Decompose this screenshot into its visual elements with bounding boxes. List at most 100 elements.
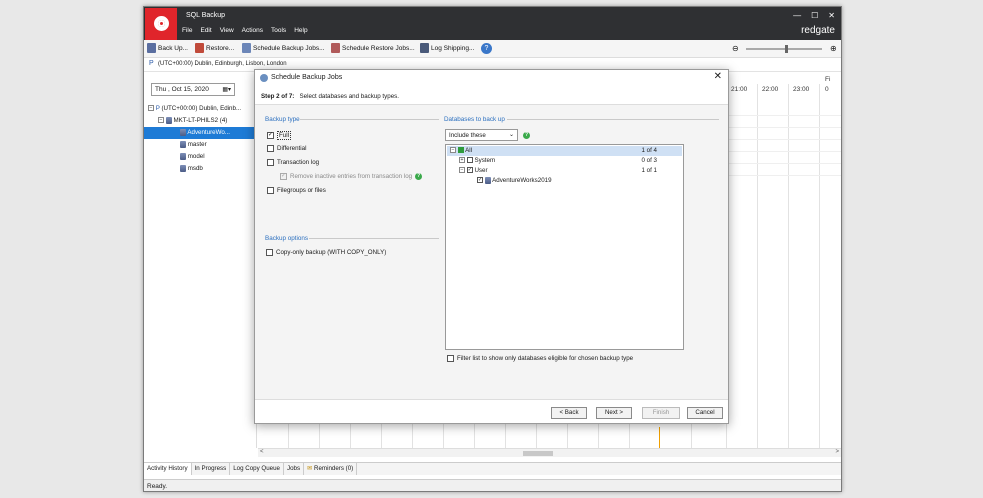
remove-inactive-label: Remove inactive entries from transaction… [290,173,413,180]
include-select-value: Include these [449,132,486,139]
copy-only-checkbox-row[interactable]: Copy-only backup (WITH COPY_ONLY) [266,249,386,256]
menu-tools[interactable]: Tools [271,27,286,34]
backup-button[interactable]: Back Up... [147,43,188,53]
cancel-button[interactable]: Cancel [687,407,723,419]
all-checkbox[interactable] [457,147,464,154]
menu-help[interactable]: Help [294,27,307,34]
tree-row-timezone[interactable]: − P (UTC+00:00) Dublin, Edinb... [144,103,257,115]
copy-only-label: Copy-only backup (WITH COPY_ONLY) [276,249,387,256]
transaction-log-checkbox[interactable] [267,159,274,166]
transaction-log-label: Transaction log [277,159,320,166]
schedule-restore-button[interactable]: Schedule Restore Jobs... [331,43,415,53]
collapse-icon[interactable]: − [158,117,164,124]
schedule-icon [260,74,268,82]
horizontal-scrollbar[interactable]: < > [258,448,841,457]
close-icon[interactable]: ✕ [714,71,722,82]
maximize-icon[interactable]: ☐ [811,11,818,20]
bottom-tabs: Activity History In Progress Log Copy Qu… [144,462,841,475]
minimize-icon[interactable]: — [793,11,801,20]
db-row-system[interactable]: + System 0 of 3 [447,156,682,166]
zoom-slider-thumb[interactable] [785,45,788,53]
all-label: All [465,147,473,154]
help-icon: ? [481,43,492,54]
scrollbar-thumb[interactable] [523,451,553,456]
collapse-icon[interactable]: − [148,105,154,112]
restore-button[interactable]: Restore... [195,43,234,53]
db-row-database[interactable]: ✓ AdventureWorks2019 [447,176,682,186]
tab-in-progress[interactable]: In Progress [192,463,231,475]
app-title: SQL Backup [186,12,226,19]
step-text: Step 2 of 7: Select databases and backup… [261,93,399,100]
database-icon [180,128,186,136]
all-count: 1 of 4 [641,147,657,154]
finish-button: Finish [642,407,680,419]
differential-label: Differential [277,145,307,152]
filegroups-checkbox[interactable] [267,187,274,194]
backup-label: Back Up... [158,44,188,52]
full-checkbox[interactable]: ✓ [267,132,274,139]
copy-only-checkbox[interactable] [266,249,273,256]
window-controls: — ☐ ✕ [793,11,835,20]
zoom-out-icon[interactable]: ⊖ [732,44,739,53]
system-count: 0 of 3 [641,157,657,164]
tree-row-database[interactable]: AdventureWo... [144,127,257,139]
step-bar: Step 2 of 7: Select databases and backup… [255,87,728,105]
tab-reminders[interactable]: ✉ Reminders (0) [304,463,358,475]
system-checkbox[interactable] [466,157,473,164]
user-checkbox[interactable]: ✓ [466,167,473,174]
tree-row-server[interactable]: − MKT-LT-PHILS2 (4) [144,115,257,127]
calendar-icon[interactable]: ▦▾ [222,86,231,93]
database-checkbox[interactable]: ✓ [477,177,483,184]
user-label: User [474,167,488,174]
back-button[interactable]: < Back [551,407,587,419]
database-list: − All 1 of 4 + System 0 of 3 − ✓ User 1 … [445,144,684,350]
db-row-user[interactable]: − ✓ User 1 of 1 [447,166,682,176]
menu-file[interactable]: File [182,27,192,34]
transaction-log-checkbox-row[interactable]: Transaction log [267,159,319,166]
date-value: Thu , Oct 15, 2020 [155,86,209,93]
step-description: Select databases and backup types. [299,93,399,100]
help-icon[interactable]: ? [415,173,423,180]
expand-icon[interactable]: + [459,157,465,164]
collapse-icon[interactable]: − [459,167,465,174]
menu-edit[interactable]: Edit [200,27,211,34]
reminders-label: Reminders (0) [314,465,354,472]
include-select[interactable]: Include these ⌄ [445,129,518,141]
scroll-left-icon[interactable]: < [260,449,264,455]
toolbar: Back Up... Restore... Schedule Backup Jo… [144,40,841,58]
tree-row-database[interactable]: msdb [144,163,257,175]
schedule-icon [242,43,251,53]
db-row-all[interactable]: − All 1 of 4 [447,146,682,156]
collapse-icon[interactable]: − [450,147,456,154]
help-icon[interactable]: ? [523,132,530,139]
next-button[interactable]: Next > [596,407,632,419]
remove-inactive-checkbox: ✓ [280,173,287,180]
scroll-right-icon[interactable]: > [835,449,839,455]
date-picker[interactable]: Thu , Oct 15, 2020 ▦▾ [151,83,235,96]
menu-actions[interactable]: Actions [242,27,263,34]
close-icon[interactable]: ✕ [828,11,835,20]
filegroups-checkbox-row[interactable]: Filegroups or files [267,187,326,194]
full-checkbox-row[interactable]: ✓ Full [267,131,291,140]
log-shipping-button[interactable]: Log Shipping... [420,43,474,53]
filter-checkbox-row[interactable]: Filter list to show only databases eligi… [447,355,633,362]
menu-bar: File Edit View Actions Tools Help [182,27,308,34]
corner-label: Fi [825,76,831,83]
step-label: Step 2 of 7: [261,93,295,100]
filter-label: Filter list to show only databases eligi… [457,355,634,362]
menu-view[interactable]: View [220,27,234,34]
differential-checkbox[interactable] [267,145,274,152]
zoom-in-icon[interactable]: ⊕ [830,44,837,53]
hour-label: 22:00 [762,86,779,93]
tree-row-database[interactable]: model [144,151,257,163]
differential-checkbox-row[interactable]: Differential [267,145,306,152]
schedule-backup-button[interactable]: Schedule Backup Jobs... [242,43,325,53]
tab-activity-history[interactable]: Activity History [144,463,192,475]
help-button[interactable]: ? [481,43,492,54]
tab-jobs[interactable]: Jobs [284,463,305,475]
zoom-slider[interactable] [746,48,822,50]
tree-row-database[interactable]: master [144,139,257,151]
tab-log-copy-queue[interactable]: Log Copy Queue [230,463,285,475]
filter-checkbox[interactable] [447,355,454,362]
timezone-label: (UTC+00:00) Dublin, Edinburgh, Lisbon, L… [158,61,287,67]
